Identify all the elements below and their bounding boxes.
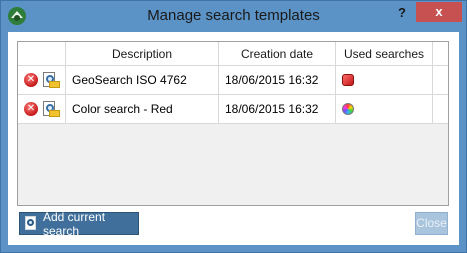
row-actions: ✕ [18, 66, 66, 94]
dialog-content: Description Creation date Used searches … [8, 32, 459, 245]
row-actions: ✕ [18, 95, 66, 123]
row-filler [433, 66, 448, 94]
row-description: Color search - Red [66, 95, 219, 123]
template-icon[interactable] [42, 100, 60, 118]
window-close-button[interactable]: x [416, 2, 462, 22]
row-used-searches [336, 66, 433, 94]
column-header-actions [18, 42, 66, 65]
column-header-used-searches[interactable]: Used searches [336, 42, 433, 65]
table-row[interactable]: ✕ GeoSearch ISO 4762 18/06/2015 16:32 [18, 66, 448, 95]
column-header-description[interactable]: Description [66, 42, 219, 65]
add-current-search-button[interactable]: Add current search [19, 209, 139, 238]
dialog-window: Manage search templates ? x Description … [0, 0, 467, 253]
template-icon[interactable] [42, 71, 60, 89]
row-description: GeoSearch ISO 4762 [66, 66, 219, 94]
red-cube-icon [342, 74, 354, 86]
row-creation-date: 18/06/2015 16:32 [219, 95, 336, 123]
add-current-search-label: Add current search [43, 209, 106, 238]
close-button[interactable]: Close [415, 212, 448, 235]
title-bar[interactable]: Manage search templates ? x [1, 1, 466, 32]
column-header-filler [433, 42, 448, 65]
delete-icon[interactable]: ✕ [24, 102, 38, 116]
column-header-creation-date[interactable]: Creation date [219, 42, 336, 65]
row-filler [433, 95, 448, 123]
templates-grid[interactable]: Description Creation date Used searches … [17, 41, 449, 206]
help-button[interactable]: ? [389, 3, 415, 23]
delete-icon[interactable]: ✕ [24, 73, 38, 87]
row-creation-date: 18/06/2015 16:32 [219, 66, 336, 94]
table-row[interactable]: ✕ Color search - Red 18/06/2015 16:32 [18, 95, 448, 124]
row-used-searches [336, 95, 433, 123]
color-wheel-icon [342, 103, 354, 115]
add-search-icon [24, 215, 39, 232]
grid-header: Description Creation date Used searches [18, 42, 448, 66]
